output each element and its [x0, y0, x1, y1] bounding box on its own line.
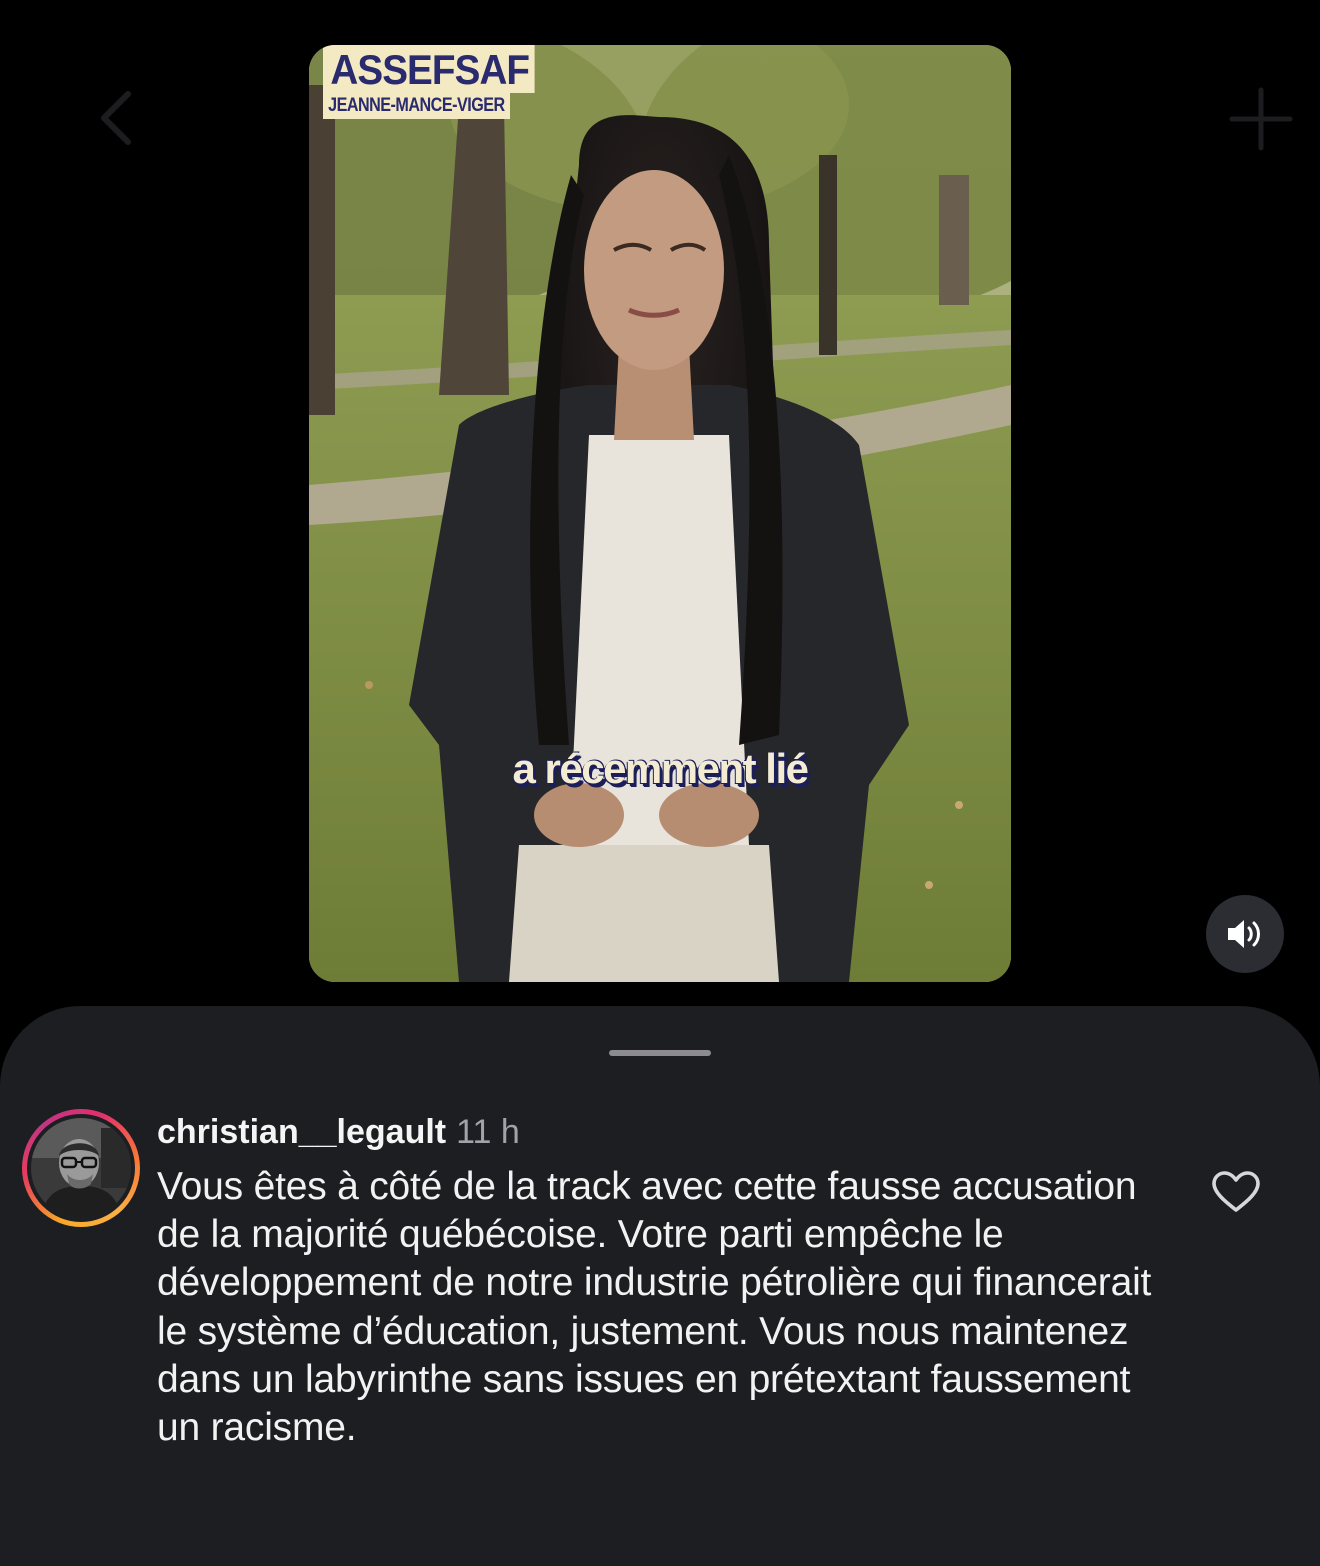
profile-photo [31, 1118, 131, 1218]
speaker-on-icon [1228, 920, 1260, 948]
avatar[interactable] [22, 1109, 140, 1227]
comment-timestamp: 11 h [456, 1113, 520, 1151]
brand-subtitle: JEANNE-MANCE-VIGER [323, 93, 510, 119]
video-player[interactable]: ASSEFSAF JEANNE-MANCE-VIGER a récemment … [309, 45, 1011, 982]
brand-badge: ASSEFSAF JEANNE-MANCE-VIGER [323, 45, 553, 119]
comments-sheet: christian__legault 11 h Vous êtes à côté … [0, 1006, 1320, 1566]
video-caption: a récemment lié [512, 745, 809, 792]
sound-toggle-button[interactable] [1206, 895, 1284, 973]
brand-name: ASSEFSAF [323, 45, 535, 93]
comment-text: Vous êtes à côté de la track avec cette … [157, 1165, 1152, 1450]
like-comment-button[interactable] [1210, 1170, 1262, 1214]
video-frame [309, 45, 1011, 982]
sheet-drag-handle[interactable] [609, 1050, 711, 1056]
comment: christian__legault 11 h Vous êtes à côté … [157, 1111, 1167, 1452]
back-icon[interactable] [92, 88, 152, 148]
heart-outline-icon [1212, 1171, 1260, 1212]
comment-username[interactable]: christian__legault [157, 1113, 446, 1151]
plus-icon[interactable] [1228, 86, 1294, 152]
comment-header: christian__legault 11 h [157, 1111, 1167, 1153]
